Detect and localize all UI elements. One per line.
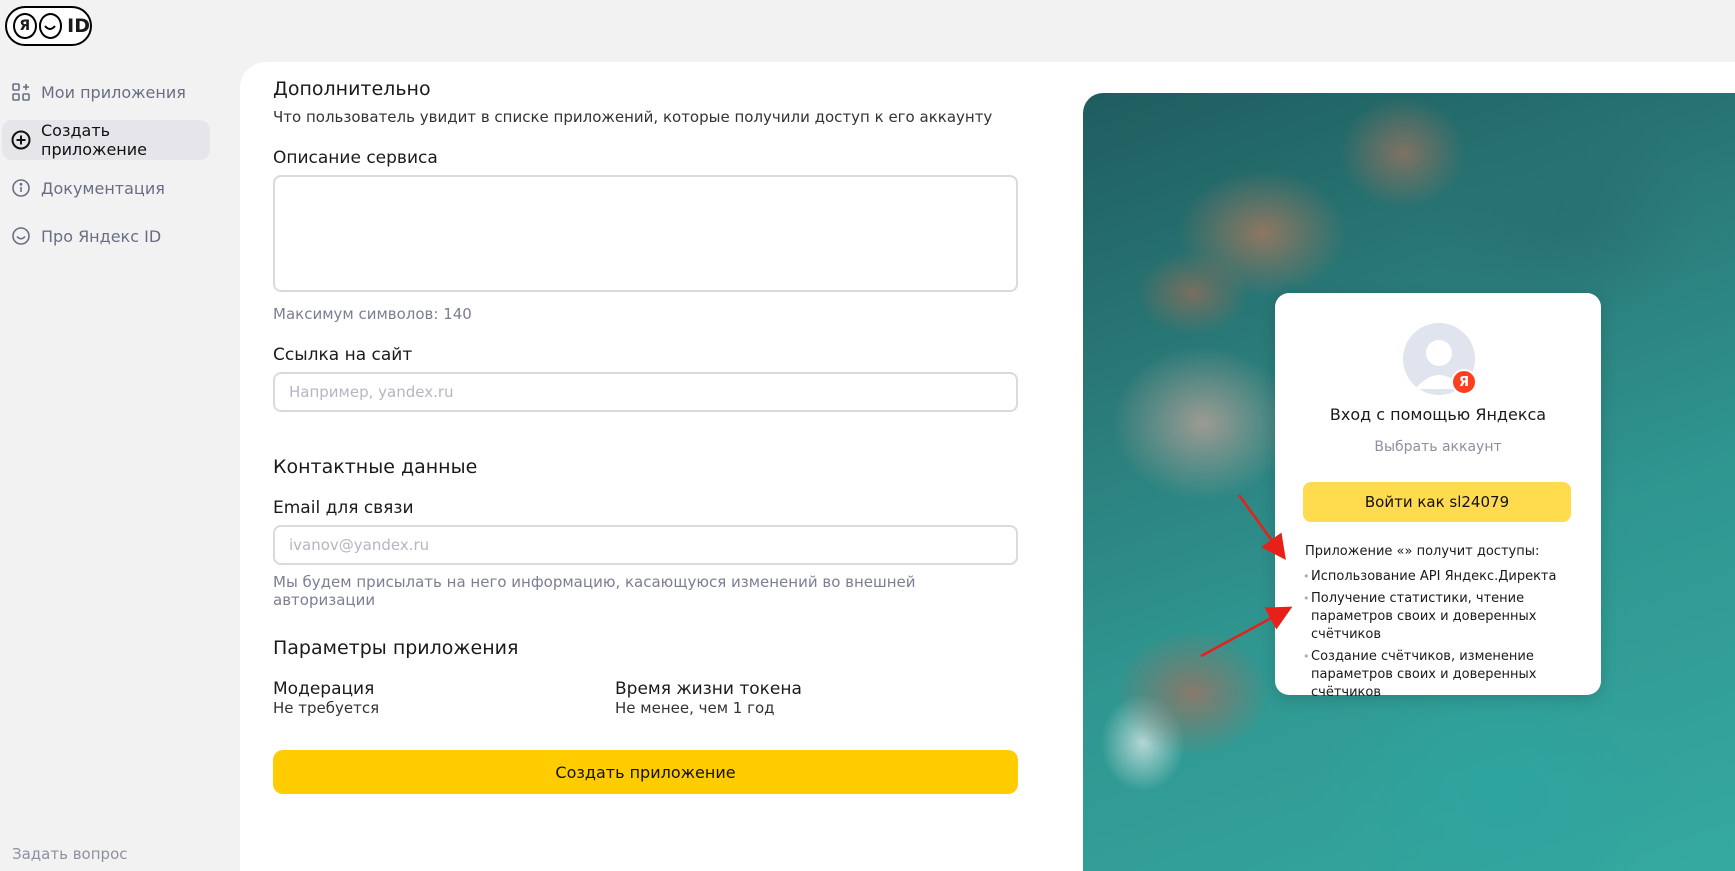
token-lifetime-label: Время жизни токена <box>615 679 802 699</box>
list-item: Создание счётчиков, изменение параметров… <box>1303 648 1595 702</box>
access-title: Приложение «» получит доступы: <box>1305 544 1540 559</box>
login-preview: Я Вход с помощью Яндекса Выбрать аккаунт… <box>1083 93 1735 871</box>
smile-logo-mark <box>38 13 63 39</box>
sidebar-item-label: Мои приложения <box>41 82 186 102</box>
id-logo-text: ID <box>67 15 90 37</box>
email-hint: Мы будем присылать на него информацию, к… <box>273 573 916 609</box>
section-title-contacts: Контактные данные <box>273 456 478 478</box>
section-title-params: Параметры приложения <box>273 637 519 659</box>
list-item: Получение статистики, чтение параметров … <box>1303 590 1595 644</box>
login-card: Я Вход с помощью Яндекса Выбрать аккаунт… <box>1275 293 1601 700</box>
section-subtitle-additional: Что пользователь увидит в списке приложе… <box>273 108 993 126</box>
moderation-value: Не требуется <box>273 699 380 717</box>
sidebar-item-about[interactable]: Про Яндекс ID <box>2 216 210 256</box>
sidebar-item-label: Создать приложение <box>41 121 147 159</box>
site-url-placeholder: Например, yandex.ru <box>289 383 454 401</box>
description-hint: Максимум символов: 140 <box>273 305 472 323</box>
description-label: Описание сервиса <box>273 148 438 168</box>
permissions-list: Использование API Яндекс.Директа Получен… <box>1303 568 1595 706</box>
site-url-input[interactable]: Например, yandex.ru <box>273 372 1018 412</box>
main-panel: Дополнительно Что пользователь увидит в … <box>240 62 1735 871</box>
ask-question-link[interactable]: Задать вопрос <box>12 845 128 863</box>
site-label: Ссылка на сайт <box>273 345 413 365</box>
yandex-id-logo[interactable]: Я ID <box>5 6 92 46</box>
login-card-title: Вход с помощью Яндекса <box>1329 405 1547 424</box>
section-title-additional: Дополнительно <box>273 78 431 100</box>
email-field[interactable]: ivanov@yandex.ru <box>273 525 1018 565</box>
token-lifetime-value: Не менее, чем 1 год <box>615 699 775 717</box>
moderation-label: Модерация <box>273 679 375 699</box>
list-item: Использование API Яндекс.Директа <box>1303 568 1595 586</box>
sidebar-item-my-apps[interactable]: Мои приложения <box>2 72 210 112</box>
email-placeholder: ivanov@yandex.ru <box>289 536 430 554</box>
login-as-button[interactable]: Войти как sl24079 <box>1303 482 1571 522</box>
yandex-id-icon <box>11 226 31 246</box>
plus-circle-icon <box>11 130 31 150</box>
sidebar: Мои приложения Создать приложение Докуме… <box>0 72 220 264</box>
sidebar-item-label: Документация <box>41 178 165 198</box>
sidebar-item-label: Про Яндекс ID <box>41 226 162 246</box>
yandex-badge-icon: Я <box>1451 369 1477 395</box>
ya-logo-mark: Я <box>13 13 37 39</box>
create-app-button[interactable]: Создать приложение <box>273 750 1018 794</box>
description-textarea[interactable] <box>273 175 1018 292</box>
email-label: Email для связи <box>273 498 414 518</box>
info-icon <box>11 178 31 198</box>
sidebar-item-docs[interactable]: Документация <box>2 168 210 208</box>
choose-account-link[interactable]: Выбрать аккаунт <box>1275 439 1601 455</box>
sidebar-item-create-app[interactable]: Создать приложение <box>2 120 210 160</box>
apps-grid-icon <box>11 82 31 102</box>
